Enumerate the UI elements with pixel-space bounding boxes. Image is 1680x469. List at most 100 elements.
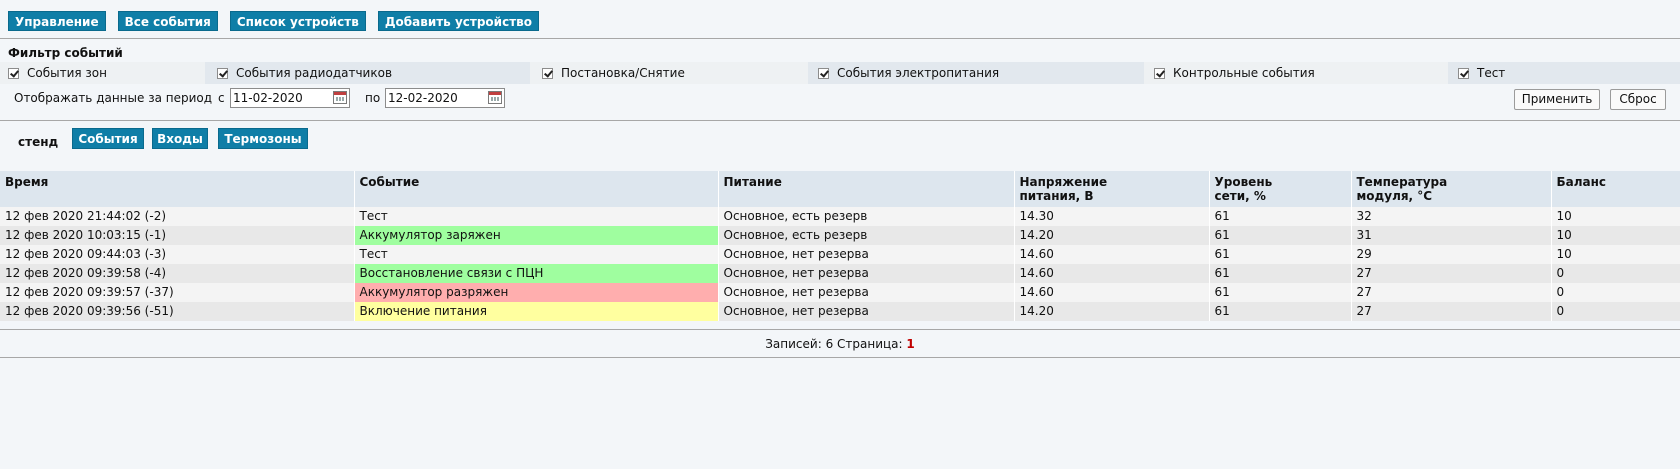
cell-balance: 10 (1551, 226, 1680, 245)
cell-time: 12 фев 2020 09:39:57 (-37) (0, 283, 355, 302)
filter-arm-disarm-label: Постановка/Снятие (561, 66, 685, 80)
column-header-voltage[interactable]: Напряжение питания, В (1014, 171, 1210, 207)
table-row: 12 фев 2020 09:39:56 (-51) Включение пит… (0, 302, 1680, 321)
cell-network-level: 61 (1209, 302, 1352, 321)
apply-button[interactable]: Применить (1514, 89, 1600, 110)
filter-test[interactable]: Тест (1448, 62, 1680, 84)
column-header-event[interactable]: Событие (354, 171, 719, 207)
device-name: стенд (18, 135, 59, 149)
cell-network-level: 61 (1209, 245, 1352, 264)
cell-event: Аккумулятор заряжен (354, 226, 719, 245)
cell-event: Тест (354, 245, 719, 264)
checkbox[interactable] (818, 67, 829, 79)
calendar-icon[interactable] (333, 91, 347, 104)
table-row: 12 фев 2020 09:39:58 (-4) Восстановление… (0, 264, 1680, 283)
cell-balance: 10 (1551, 245, 1680, 264)
date-from-value: 11-02-2020 (233, 91, 303, 105)
events-table: Время Событие Питание Напряжение питания… (0, 171, 1680, 321)
cell-event: Аккумулятор разряжен (354, 283, 719, 302)
table-row: 12 фев 2020 09:39:57 (-37) Аккумулятор р… (0, 283, 1680, 302)
cell-event: Тест (354, 207, 719, 226)
filter-arm-disarm[interactable]: Постановка/Снятие (530, 62, 808, 84)
cell-balance: 0 (1551, 264, 1680, 283)
cell-power: Основное, есть резерв (718, 226, 1015, 245)
column-header-temperature[interactable]: Температура модуля, °С (1351, 171, 1552, 207)
tab-thermozones[interactable]: Термозоны (218, 128, 308, 149)
filter-zone-events[interactable]: События зон (0, 62, 205, 84)
cell-voltage: 14.20 (1014, 226, 1210, 245)
cell-network-level: 61 (1209, 226, 1352, 245)
cell-temperature: 27 (1351, 302, 1552, 321)
cell-network-level: 61 (1209, 264, 1352, 283)
to-label: по (365, 91, 381, 105)
cell-balance: 0 (1551, 302, 1680, 321)
tab-inputs[interactable]: Входы (152, 128, 208, 149)
cell-balance: 0 (1551, 283, 1680, 302)
column-header-network-level[interactable]: Уровень сети, % (1209, 171, 1352, 207)
cell-temperature: 31 (1351, 226, 1552, 245)
reset-button[interactable]: Сброс (1610, 89, 1666, 110)
cell-power: Основное, нет резерва (718, 283, 1015, 302)
device-tabs: стенд События Входы Термозоны (0, 121, 1680, 159)
filter-control-events[interactable]: Контрольные события (1144, 62, 1448, 84)
table-header-row: Время Событие Питание Напряжение питания… (0, 171, 1680, 207)
records-label: Записей: 6 Страница: (765, 337, 903, 351)
filter-radio-sensor-events[interactable]: События радиодатчиков (205, 62, 530, 84)
checkbox[interactable] (542, 67, 553, 79)
cell-time: 12 фев 2020 21:44:02 (-2) (0, 207, 355, 226)
date-from-field[interactable]: 11-02-2020 (230, 88, 350, 108)
cell-voltage: 14.60 (1014, 283, 1210, 302)
cell-voltage: 14.60 (1014, 264, 1210, 283)
filter-power-events[interactable]: События электропитания (808, 62, 1144, 84)
date-to-value: 12-02-2020 (388, 91, 458, 105)
filter-power-events-label: События электропитания (837, 66, 1000, 80)
device-list-button[interactable]: Список устройств (229, 11, 366, 31)
from-label: с (218, 91, 225, 105)
table-row: 12 фев 2020 10:03:15 (-1) Аккумулятор за… (0, 226, 1680, 245)
cell-power: Основное, есть резерв (718, 207, 1015, 226)
cell-power: Основное, нет резерва (718, 245, 1015, 264)
cell-balance: 10 (1551, 207, 1680, 226)
checkbox[interactable] (8, 67, 19, 79)
cell-temperature: 27 (1351, 264, 1552, 283)
cell-time: 12 фев 2020 10:03:15 (-1) (0, 226, 355, 245)
pagination-footer: Записей: 6 Страница: 1 (0, 329, 1680, 358)
cell-time: 12 фев 2020 09:44:03 (-3) (0, 245, 355, 264)
filter-radio-sensor-events-label: События радиодатчиков (236, 66, 393, 80)
filter-title: Фильтр событий (8, 46, 123, 60)
filter-test-label: Тест (1477, 66, 1506, 80)
filter-zone-events-label: События зон (27, 66, 107, 80)
add-device-button[interactable]: Добавить устройство (377, 11, 539, 31)
cell-power: Основное, нет резерва (718, 302, 1015, 321)
cell-network-level: 61 (1209, 207, 1352, 226)
filter-checkboxes: События зон События радиодатчиков Постан… (0, 62, 1680, 84)
tab-events[interactable]: События (72, 128, 144, 149)
column-header-balance[interactable]: Баланс (1551, 171, 1680, 207)
cell-voltage: 14.20 (1014, 302, 1210, 321)
column-header-time[interactable]: Время (0, 171, 355, 207)
filter-control-events-label: Контрольные события (1173, 66, 1315, 80)
page-number-link[interactable]: 1 (906, 337, 914, 351)
period-row: Отображать данные за период с 11-02-2020… (0, 84, 1680, 110)
cell-event: Включение питания (354, 302, 719, 321)
cell-time: 12 фев 2020 09:39:56 (-51) (0, 302, 355, 321)
manage-button[interactable]: Управление (8, 11, 106, 31)
all-events-button[interactable]: Все события (117, 11, 218, 31)
checkbox[interactable] (1458, 67, 1469, 79)
date-to-field[interactable]: 12-02-2020 (385, 88, 505, 108)
cell-power: Основное, нет резерва (718, 264, 1015, 283)
calendar-icon[interactable] (488, 91, 502, 104)
cell-time: 12 фев 2020 09:39:58 (-4) (0, 264, 355, 283)
table-row: 12 фев 2020 09:44:03 (-3) Тест Основное,… (0, 245, 1680, 264)
cell-voltage: 14.30 (1014, 207, 1210, 226)
cell-voltage: 14.60 (1014, 245, 1210, 264)
column-header-power[interactable]: Питание (718, 171, 1015, 207)
cell-temperature: 29 (1351, 245, 1552, 264)
period-label: Отображать данные за период (14, 91, 213, 105)
checkbox[interactable] (217, 67, 228, 79)
cell-event: Восстановление связи с ПЦН (354, 264, 719, 283)
table-row: 12 фев 2020 21:44:02 (-2) Тест Основное,… (0, 207, 1680, 226)
top-navigation: Управление Все события Список устройств Доб… (0, 0, 1680, 38)
cell-network-level: 61 (1209, 283, 1352, 302)
checkbox[interactable] (1154, 67, 1165, 79)
